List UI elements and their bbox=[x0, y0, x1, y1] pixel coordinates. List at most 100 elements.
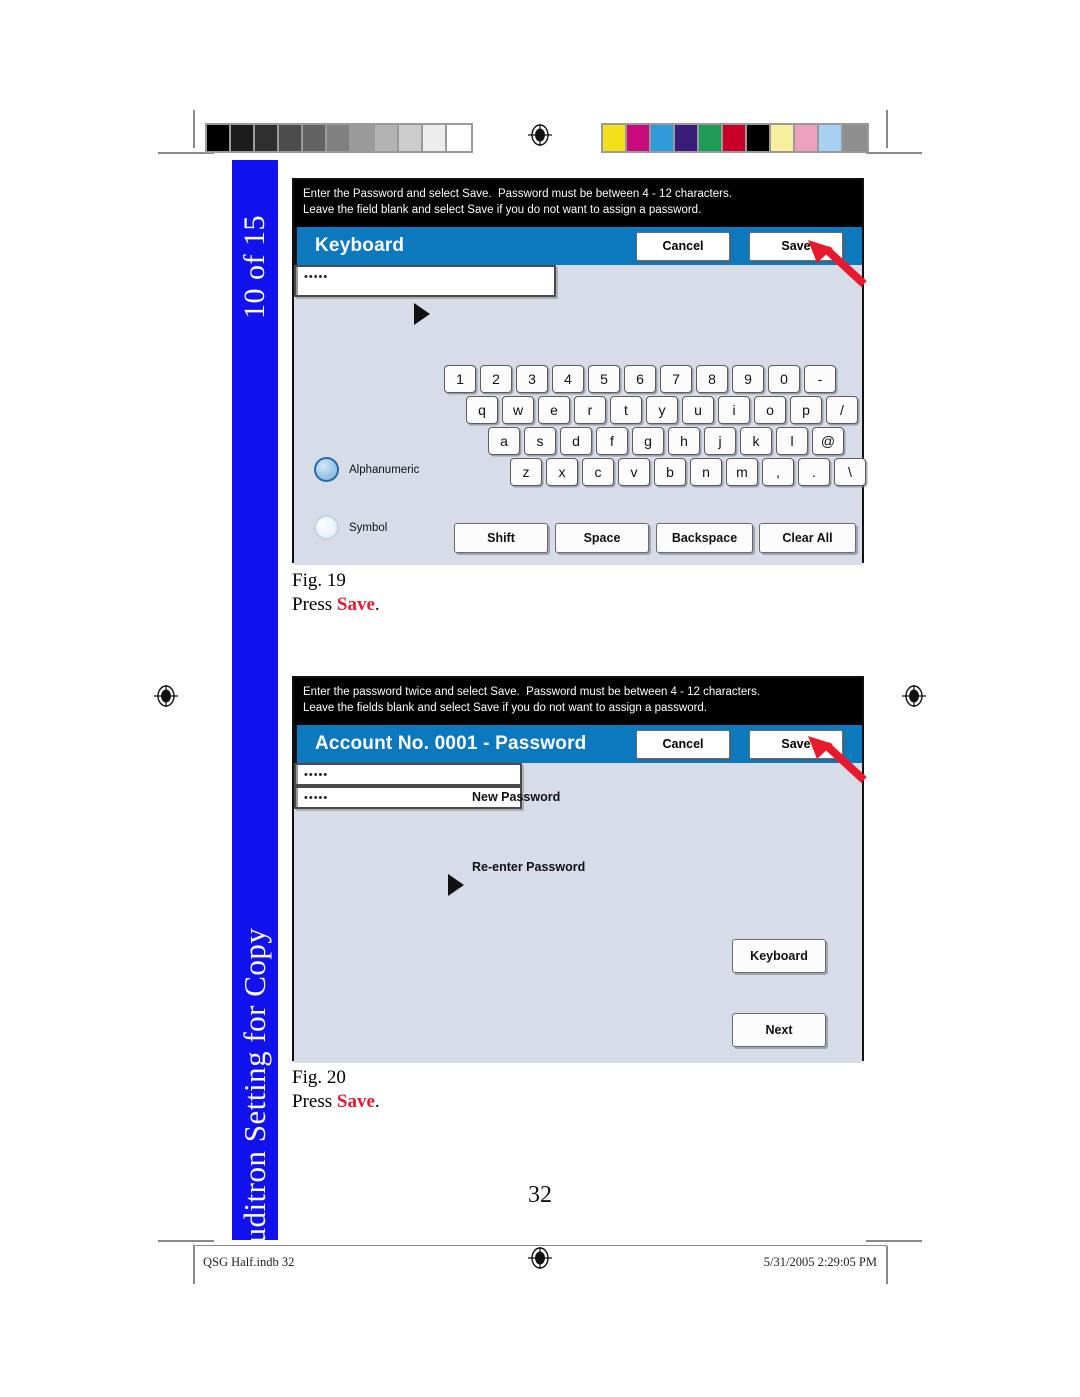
keyboard-key[interactable]: . bbox=[798, 458, 830, 487]
calibration-swatch bbox=[351, 125, 375, 151]
calibration-swatch bbox=[699, 125, 723, 151]
keyboard-key[interactable]: o bbox=[754, 396, 786, 425]
keyboard-key[interactable]: 1 bbox=[444, 365, 476, 394]
footer-timestamp: 5/31/2005 2:29:05 PM bbox=[763, 1255, 877, 1269]
keyboard-key[interactable]: 0 bbox=[768, 365, 800, 394]
footer-divider bbox=[193, 1245, 887, 1246]
keyboard-key[interactable]: q bbox=[466, 396, 498, 425]
calibration-swatch bbox=[723, 125, 747, 151]
calibration-swatch bbox=[675, 125, 699, 151]
keyboard-key[interactable]: \ bbox=[834, 458, 866, 487]
keyboard-key[interactable]: u bbox=[682, 396, 714, 425]
keyboard-key[interactable]: h bbox=[668, 427, 700, 456]
keyboard-key[interactable]: , bbox=[762, 458, 794, 487]
figure-19-password-input[interactable]: ••••• bbox=[294, 265, 556, 298]
keyboard-row: 1234567890- bbox=[444, 365, 870, 394]
keyboard-key[interactable]: d bbox=[560, 427, 592, 456]
keyboard-key[interactable]: g bbox=[632, 427, 664, 456]
figure-19-instruction-line-2: Leave the field blank and select Save if… bbox=[303, 203, 702, 216]
figure-20-next-button[interactable]: Next bbox=[732, 1013, 826, 1048]
keyboard-key[interactable]: b bbox=[654, 458, 686, 487]
keyboard-key[interactable]: t bbox=[610, 396, 642, 425]
figure-20-save-button[interactable]: Save bbox=[749, 729, 843, 759]
figure-19-mode-alphanumeric[interactable]: Alphanumeric bbox=[314, 457, 420, 483]
symbol-radio-icon[interactable] bbox=[314, 515, 339, 541]
figure-20-caption: Fig. 20 Press Save. bbox=[292, 1066, 380, 1114]
keyboard-key[interactable]: 6 bbox=[624, 365, 656, 394]
figure-19-backspace-button[interactable]: Backspace bbox=[656, 523, 753, 554]
keyboard-key[interactable]: a bbox=[488, 427, 520, 456]
keyboard-key[interactable]: 5 bbox=[588, 365, 620, 394]
keyboard-key[interactable]: r bbox=[574, 396, 606, 425]
keyboard-key[interactable]: k bbox=[740, 427, 772, 456]
figure-19-title-bar: Keyboard Cancel Save bbox=[294, 227, 862, 266]
keyboard-key[interactable]: 3 bbox=[516, 365, 548, 394]
keyboard-key[interactable]: i bbox=[718, 396, 750, 425]
figure-19-caption: Fig. 19 Press Save. bbox=[292, 569, 380, 617]
crop-mark-bottom-left bbox=[158, 1240, 214, 1242]
keyboard-key[interactable]: s bbox=[524, 427, 556, 456]
calibration-swatch bbox=[255, 125, 279, 151]
figure-20-screen-body: New Password ••••• Re-enter Password •••… bbox=[294, 763, 862, 1064]
keyboard-key[interactable]: / bbox=[826, 396, 858, 425]
keyboard-key[interactable]: l bbox=[776, 427, 808, 456]
figure-19-instruction-banner: Enter the Password and select Save. Pass… bbox=[294, 180, 862, 228]
figure-20-new-password-input[interactable]: ••••• bbox=[294, 763, 522, 787]
calibration-swatch bbox=[375, 125, 399, 151]
figure-19-mode-symbol[interactable]: Symbol bbox=[314, 515, 388, 541]
figure-19-onscreen-keyboard[interactable]: 1 2 3 4 5 6 7 8 9 0- q w e r t y u i o p / a s d f g h j k l @ z x c v b n m,… bbox=[444, 365, 870, 489]
figure-19-caption-text: Press Save. bbox=[292, 593, 380, 617]
keyboard-key[interactable]: j bbox=[704, 427, 736, 456]
figure-19-save-button[interactable]: Save bbox=[749, 231, 843, 261]
keyboard-key[interactable]: z bbox=[510, 458, 542, 487]
keyboard-key[interactable]: 4 bbox=[552, 365, 584, 394]
figure-20-caption-text: Press Save. bbox=[292, 1090, 380, 1114]
keyboard-key[interactable]: x bbox=[546, 458, 578, 487]
calibration-swatch bbox=[447, 125, 471, 151]
keyboard-key[interactable]: f bbox=[596, 427, 628, 456]
keyboard-key[interactable]: 7 bbox=[660, 365, 692, 394]
figure-20-cancel-button[interactable]: Cancel bbox=[636, 729, 730, 759]
keyboard-key[interactable]: y bbox=[646, 396, 678, 425]
keyboard-row: a s d f g h j k l @ bbox=[488, 427, 870, 456]
calibration-swatch bbox=[843, 125, 867, 151]
figure-19-caption-suffix: . bbox=[374, 593, 380, 615]
figure-19-clear-all-button[interactable]: Clear All bbox=[759, 523, 856, 554]
chapter-tab-title: Auditron Setting for Copy bbox=[237, 927, 272, 1267]
chapter-tab: 10 of 15 Auditron Setting for Copy bbox=[232, 160, 278, 1266]
figure-20-reenter-password-label: Re-enter Password bbox=[472, 860, 586, 875]
figure-20-keyboard-button[interactable]: Keyboard bbox=[732, 939, 826, 974]
figure-19-mode-alphanumeric-label: Alphanumeric bbox=[349, 463, 420, 476]
crop-mark-bottom-right-v bbox=[886, 1246, 888, 1284]
calibration-swatch bbox=[303, 125, 327, 151]
keyboard-key[interactable]: 2 bbox=[480, 365, 512, 394]
registration-mark-bottom bbox=[527, 1245, 553, 1271]
figure-19-mode-symbol-label: Symbol bbox=[349, 521, 388, 534]
figure-19-shift-button[interactable]: Shift bbox=[454, 523, 548, 554]
keyboard-key[interactable]: 8 bbox=[696, 365, 728, 394]
figure-19-focus-pointer-icon bbox=[414, 303, 430, 326]
keyboard-key[interactable]: v bbox=[618, 458, 650, 487]
figure-19-cancel-button[interactable]: Cancel bbox=[636, 231, 730, 261]
keyboard-key[interactable]: e bbox=[538, 396, 570, 425]
figure-19-caption-prefix: Press bbox=[292, 593, 337, 615]
keyboard-key[interactable]: - bbox=[804, 365, 836, 394]
alphanumeric-radio-icon[interactable] bbox=[314, 457, 339, 483]
crop-mark-bottom-left-v bbox=[193, 1246, 195, 1284]
figure-19-space-button[interactable]: Space bbox=[555, 523, 649, 554]
registration-mark-top bbox=[527, 122, 553, 148]
calibration-swatch bbox=[207, 125, 231, 151]
keyboard-key[interactable]: w bbox=[502, 396, 534, 425]
keyboard-key[interactable]: @ bbox=[812, 427, 844, 456]
keyboard-key[interactable]: c bbox=[582, 458, 614, 487]
calibration-swatch bbox=[423, 125, 447, 151]
calibration-swatch bbox=[231, 125, 255, 151]
keyboard-row: z x c v b n m,. \ bbox=[510, 458, 870, 487]
crop-mark-top-right bbox=[866, 152, 922, 154]
calibration-swatch bbox=[651, 125, 675, 151]
keyboard-key[interactable]: p bbox=[790, 396, 822, 425]
keyboard-key[interactable]: n bbox=[690, 458, 722, 487]
figure-19-caption-label: Fig. 19 bbox=[292, 570, 346, 591]
keyboard-key[interactable]: m bbox=[726, 458, 758, 487]
keyboard-key[interactable]: 9 bbox=[732, 365, 764, 394]
